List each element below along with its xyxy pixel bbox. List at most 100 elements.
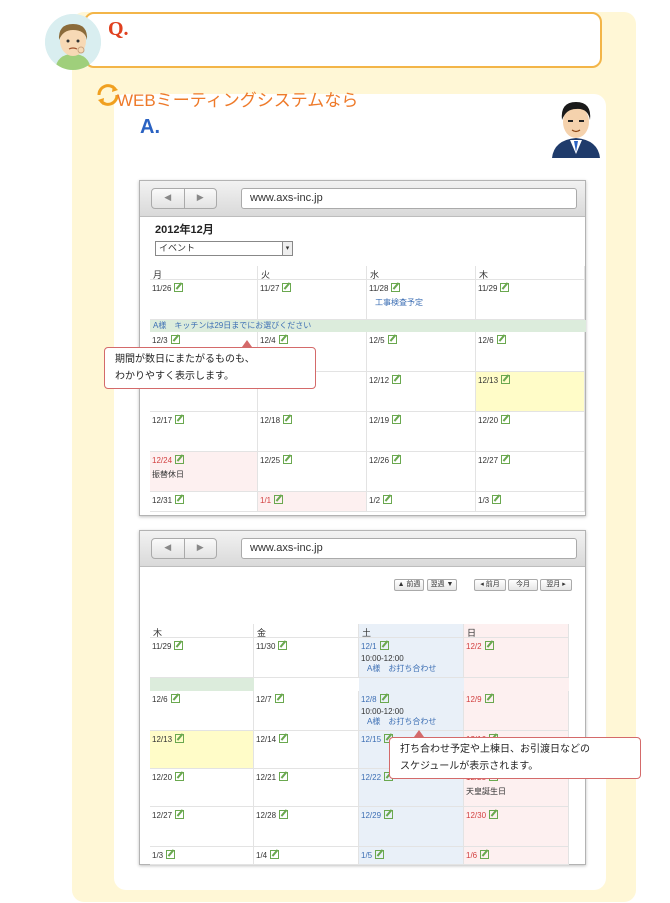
edit-icon[interactable] [501,375,511,384]
edit-icon[interactable] [282,283,292,292]
edit-icon[interactable] [387,335,397,344]
calendar-day-cell[interactable]: 11/28 工事検査予定 [367,280,476,320]
url-bar[interactable]: www.axs-inc.jp [241,188,577,209]
calendar-day-cell[interactable]: 12/17 [150,412,258,452]
event-label[interactable]: 工事検査予定 [369,297,473,308]
edit-icon[interactable] [170,335,180,344]
calendar-day-cell[interactable]: 12/2 [464,638,569,678]
edit-icon[interactable] [283,415,293,424]
edit-icon[interactable] [175,495,185,504]
prev-week-button[interactable]: ▲ 前週 [394,579,424,591]
event-filter-select[interactable]: イベント ▾ [155,241,293,256]
edit-icon[interactable] [174,641,184,650]
calendar-day-cell[interactable]: 12/18 [258,412,367,452]
calendar-day-cell[interactable]: 12/7 [254,691,359,731]
calendar-day-cell[interactable]: 1/5 [359,847,464,865]
edit-icon[interactable] [278,335,288,344]
calendar-day-cell[interactable]: 12/21 [254,769,359,807]
edit-icon[interactable] [489,810,499,819]
calendar-day-cell[interactable]: 12/24 振替休日 [150,452,258,492]
calendar-day-cell[interactable]: 11/29 [150,638,254,678]
edit-icon[interactable] [392,415,402,424]
edit-icon[interactable] [501,415,511,424]
calendar-day-cell[interactable]: 11/26 [150,280,258,320]
next-month-button[interactable]: 翌月 ▸ [540,579,572,591]
edit-icon[interactable] [175,415,185,424]
calendar-day-cell[interactable]: 12/19 [367,412,476,452]
calendar-day-cell[interactable]: 1/2 [367,492,476,512]
calendar-day-cell[interactable]: 11/29 [476,280,585,320]
calendar-day-cell[interactable]: 1/1 [258,492,367,512]
edit-icon[interactable] [279,810,289,819]
calendar-day-cell[interactable]: 1/3 [150,847,254,865]
calendar-day-cell[interactable]: 12/29 [359,807,464,847]
calendar-day-cell[interactable]: 12/12 [367,372,476,412]
edit-icon[interactable] [496,335,506,344]
month-calendar-grid: 月火水木 11/26 11/27 11/28 工事検査予定 11/29 A様 キッチンは29… [150,266,586,516]
edit-icon[interactable] [283,455,293,464]
edit-icon[interactable] [170,694,180,703]
edit-icon[interactable] [392,455,402,464]
edit-icon[interactable] [484,641,494,650]
multi-day-event-bar[interactable]: A様 キッチンは29日までにお選びください [150,320,586,332]
calendar-day-cell[interactable]: 12/6 [150,691,254,731]
forward-arrow-icon[interactable]: ▶ [185,189,217,208]
calendar-day-cell[interactable]: 12/5 [367,332,476,372]
calendar-day-cell[interactable]: 12/14 [254,731,359,769]
edit-icon[interactable] [274,694,284,703]
edit-icon[interactable] [174,283,184,292]
calendar-day-cell[interactable]: 12/27 [150,807,254,847]
edit-icon[interactable] [384,810,394,819]
this-month-button[interactable]: 今月 [508,579,538,591]
edit-icon[interactable] [379,694,389,703]
edit-icon[interactable] [175,810,185,819]
calendar-day-cell[interactable]: 12/30 [464,807,569,847]
edit-icon[interactable] [501,455,511,464]
back-arrow-icon[interactable]: ◀ [152,539,185,558]
calendar-day-cell[interactable]: 1/6 [464,847,569,865]
calendar-day-cell[interactable]: 12/20 [150,769,254,807]
back-arrow-icon[interactable]: ◀ [152,189,185,208]
edit-icon[interactable] [492,495,502,504]
edit-icon[interactable] [175,772,185,781]
edit-icon[interactable] [274,495,284,504]
calendar-day-cell[interactable]: 12/6 [476,332,585,372]
calendar-day-cell[interactable]: 12/27 [476,452,585,492]
edit-icon[interactable] [383,495,393,504]
calendar-day-cell[interactable]: 12/25 [258,452,367,492]
forward-arrow-icon[interactable]: ▶ [185,539,217,558]
calendar-day-cell[interactable]: 12/28 [254,807,359,847]
edit-icon[interactable] [279,772,289,781]
edit-icon[interactable] [278,641,288,650]
url-bar[interactable]: www.axs-inc.jp [241,538,577,559]
edit-icon[interactable] [279,734,289,743]
calendar-day-cell[interactable]: 12/9 [464,691,569,731]
calendar-day-cell[interactable]: 1/3 [476,492,585,512]
edit-icon[interactable] [270,850,280,859]
prev-month-button[interactable]: ◂ 前月 [474,579,506,591]
calendar-day-cell[interactable]: 1/4 [254,847,359,865]
question-box [84,12,602,68]
calendar-day-cell[interactable]: 12/13 [476,372,585,412]
edit-icon[interactable] [375,850,385,859]
calendar-day-cell[interactable]: 12/8 10:00-12:00 A様 お打ち合わせ [359,691,464,731]
edit-icon[interactable] [175,734,185,743]
edit-icon[interactable] [392,375,402,384]
calendar-day-cell[interactable]: 11/27 [258,280,367,320]
calendar-day-cell[interactable]: 12/31 [150,492,258,512]
next-week-button[interactable]: 翌週 ▼ [427,579,457,591]
edit-icon[interactable] [391,283,401,292]
event-label[interactable]: A様 お打ち合わせ [361,716,461,727]
edit-icon[interactable] [500,283,510,292]
edit-icon[interactable] [175,455,185,464]
calendar-day-cell[interactable]: 12/20 [476,412,585,452]
edit-icon[interactable] [480,850,490,859]
calendar-day-cell[interactable]: 12/26 [367,452,476,492]
edit-icon[interactable] [379,641,389,650]
edit-icon[interactable] [166,850,176,859]
edit-icon[interactable] [484,694,494,703]
event-label[interactable]: A様 お打ち合わせ [361,663,461,674]
calendar-day-cell[interactable]: 11/30 [254,638,359,678]
calendar-day-cell[interactable]: 12/1 10:00-12:00 A様 お打ち合わせ [359,638,464,678]
calendar-day-cell[interactable]: 12/13 [150,731,254,769]
